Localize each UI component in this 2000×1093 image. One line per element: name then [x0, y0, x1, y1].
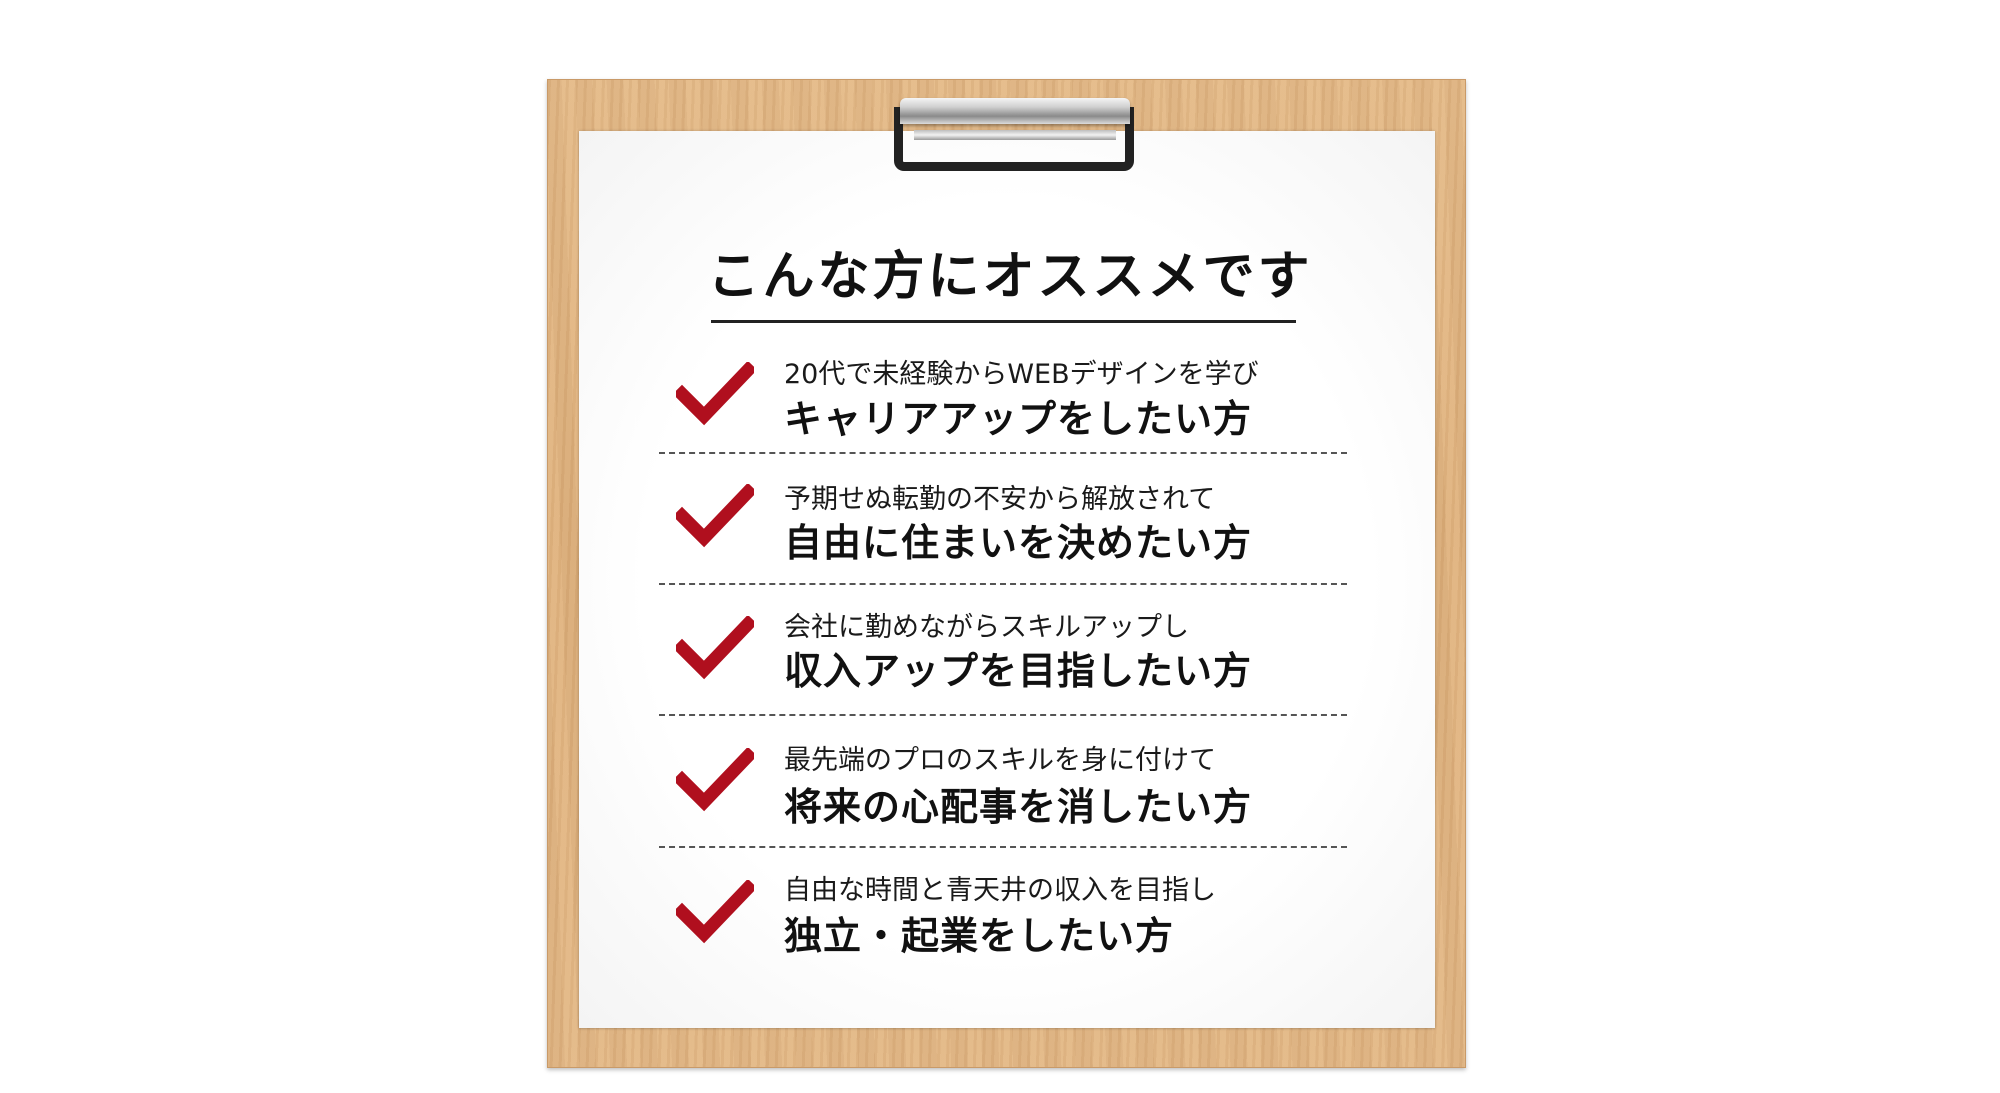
dashed-divider — [659, 846, 1347, 848]
check-icon — [672, 482, 758, 548]
item-main-text: キャリアアップをしたい方 — [784, 397, 1253, 441]
dashed-divider — [659, 452, 1347, 454]
clip-rail — [914, 130, 1116, 140]
item-main-text: 将来の心配事を消したい方 — [784, 785, 1253, 829]
check-icon — [672, 878, 758, 944]
clip-plate — [900, 98, 1130, 124]
item-main-text: 自由に住まいを決めたい方 — [784, 521, 1253, 565]
check-icon — [672, 746, 758, 812]
title-underline — [711, 320, 1296, 323]
item-main-text: 収入アップを目指したい方 — [784, 649, 1253, 693]
item-subtext: 20代で未経験からWEBデザインを学び — [784, 359, 1259, 390]
check-icon — [672, 360, 758, 426]
check-icon — [672, 614, 758, 680]
item-subtext: 最先端のプロのスキルを身に付けて — [784, 745, 1216, 776]
dashed-divider — [659, 583, 1347, 585]
dashed-divider — [659, 714, 1347, 716]
page-title: こんな方にオススメです — [707, 247, 1313, 307]
item-subtext: 自由な時間と青天井の収入を目指し — [784, 875, 1216, 906]
item-main-text: 独立・起業をしたい方 — [784, 914, 1175, 958]
item-subtext: 会社に勤めながらスキルアップし — [784, 612, 1189, 643]
item-subtext: 予期せぬ転勤の不安から解放されて — [784, 484, 1216, 515]
